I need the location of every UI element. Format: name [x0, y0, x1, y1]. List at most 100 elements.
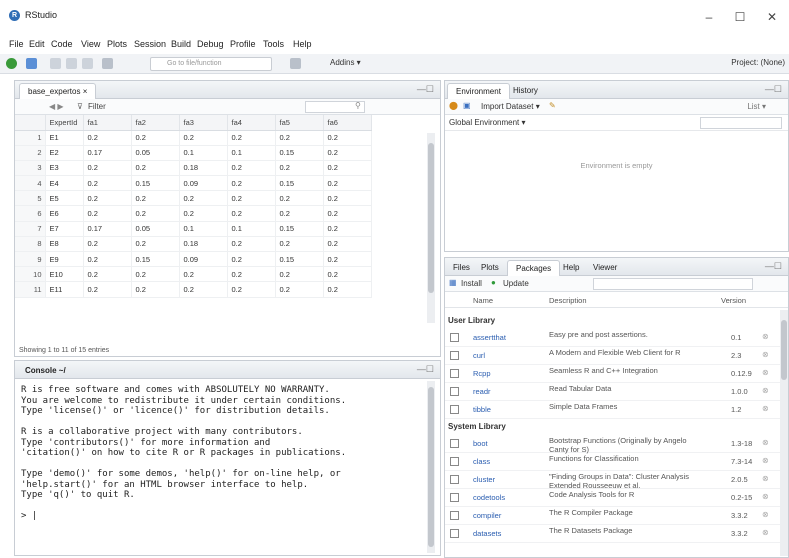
- env-minmax-icon[interactable]: —☐: [765, 84, 782, 95]
- package-checkbox[interactable]: [450, 475, 459, 484]
- package-checkbox[interactable]: [450, 369, 459, 378]
- tab-base-expertos[interactable]: base_expertos ×: [19, 83, 97, 99]
- addins-menu[interactable]: Addins ▾: [330, 58, 361, 67]
- column-header[interactable]: fa2: [131, 115, 180, 131]
- menu-edit[interactable]: Edit: [29, 39, 45, 49]
- package-checkbox[interactable]: [450, 333, 459, 342]
- remove-package-icon[interactable]: ⊗: [762, 404, 769, 413]
- menu-profile[interactable]: Profile: [230, 39, 256, 49]
- env-search-input[interactable]: [700, 117, 782, 129]
- package-name-link[interactable]: codetools: [473, 493, 505, 502]
- broom-icon[interactable]: ✎: [549, 101, 556, 110]
- package-name-link[interactable]: curl: [473, 351, 485, 360]
- tab-environment[interactable]: Environment: [447, 83, 510, 99]
- console-minmax-icon[interactable]: —☐: [417, 364, 434, 375]
- pkg-minmax-icon[interactable]: —☐: [765, 261, 782, 272]
- save-workspace-icon[interactable]: ▣: [463, 101, 471, 110]
- package-name-link[interactable]: class: [473, 457, 490, 466]
- column-header[interactable]: fa5: [275, 115, 324, 131]
- data-table: ExpertId fa1 fa2 fa3 fa4 fa5 fa6 1 E1 0.2 0.2 0.2 0…: [15, 115, 430, 298]
- tab-viewer[interactable]: Viewer: [585, 260, 625, 276]
- new-file-icon[interactable]: [6, 58, 17, 69]
- remove-package-icon[interactable]: ⊗: [762, 350, 769, 359]
- package-checkbox[interactable]: [450, 439, 459, 448]
- package-checkbox[interactable]: [450, 351, 459, 360]
- remove-package-icon[interactable]: ⊗: [762, 456, 769, 465]
- remove-package-icon[interactable]: ⊗: [762, 368, 769, 377]
- package-name-link[interactable]: cluster: [473, 475, 495, 484]
- remove-package-icon[interactable]: ⊗: [762, 438, 769, 447]
- package-name-link[interactable]: boot: [473, 439, 488, 448]
- maximize-button[interactable]: ☐: [728, 8, 752, 26]
- menu-help[interactable]: Help: [293, 39, 312, 49]
- console-scrollbar[interactable]: [427, 381, 435, 553]
- package-checkbox[interactable]: [450, 405, 459, 414]
- tab-history[interactable]: History: [505, 83, 546, 99]
- filter-icon[interactable]: ⊽: [77, 102, 83, 111]
- goto-file-input[interactable]: Go to file/function: [150, 57, 272, 71]
- data-scrollbar[interactable]: [427, 133, 435, 323]
- package-checkbox[interactable]: [450, 457, 459, 466]
- global-environment-menu[interactable]: Global Environment ▾: [449, 118, 526, 127]
- console-output[interactable]: R is free software and comes with ABSOLU…: [21, 385, 346, 522]
- package-row: assertthat Easy pre and post assertions. 0…: [445, 330, 788, 347]
- print-icon[interactable]: [102, 58, 113, 69]
- remove-package-icon[interactable]: ⊗: [762, 492, 769, 501]
- column-header[interactable]: fa6: [323, 115, 372, 131]
- package-checkbox[interactable]: [450, 511, 459, 520]
- tab-plots[interactable]: Plots: [473, 260, 507, 276]
- remove-package-icon[interactable]: ⊗: [762, 332, 769, 341]
- menu-build[interactable]: Build: [171, 39, 191, 49]
- package-version: 1.2: [731, 405, 742, 414]
- close-button[interactable]: ✕: [760, 8, 784, 26]
- package-name-link[interactable]: tibble: [473, 405, 491, 414]
- package-name-link[interactable]: datasets: [473, 529, 501, 538]
- save-icon[interactable]: [66, 58, 77, 69]
- pkg-scrollbar[interactable]: [780, 310, 788, 556]
- update-icon[interactable]: ●: [491, 278, 496, 287]
- column-header[interactable]: fa4: [227, 115, 276, 131]
- install-icon[interactable]: ▦: [449, 278, 457, 287]
- table-cell: 0.1: [179, 145, 228, 161]
- pane-minmax-icon[interactable]: —☐: [417, 84, 434, 95]
- column-header[interactable]: [15, 115, 46, 131]
- package-checkbox[interactable]: [450, 529, 459, 538]
- column-header[interactable]: fa1: [83, 115, 132, 131]
- save-all-icon[interactable]: [82, 58, 93, 69]
- filter-label[interactable]: Filter: [88, 102, 106, 111]
- column-header[interactable]: fa3: [179, 115, 228, 131]
- new-project-icon[interactable]: [26, 58, 37, 69]
- package-name-link[interactable]: compiler: [473, 511, 501, 520]
- remove-package-icon[interactable]: ⊗: [762, 510, 769, 519]
- menu-session[interactable]: Session: [134, 39, 166, 49]
- list-view-menu[interactable]: List ▾: [747, 102, 766, 111]
- load-workspace-icon[interactable]: ⬤: [449, 101, 458, 110]
- package-name-link[interactable]: Rcpp: [473, 369, 491, 378]
- menu-view[interactable]: View: [81, 39, 100, 49]
- update-button[interactable]: Update: [503, 279, 529, 288]
- import-dataset-button[interactable]: Import Dataset ▾: [481, 102, 540, 111]
- back-arrow-icon[interactable]: ◀ ▶: [49, 102, 64, 111]
- package-name-link[interactable]: assertthat: [473, 333, 506, 342]
- column-header[interactable]: ExpertId: [45, 115, 84, 131]
- menu-debug[interactable]: Debug: [197, 39, 224, 49]
- menu-plots[interactable]: Plots: [107, 39, 127, 49]
- remove-package-icon[interactable]: ⊗: [762, 474, 769, 483]
- workspace-panes-icon[interactable]: [290, 58, 301, 69]
- minimize-button[interactable]: –: [697, 8, 721, 26]
- open-file-icon[interactable]: [50, 58, 61, 69]
- menu-code[interactable]: Code: [51, 39, 73, 49]
- tab-packages[interactable]: Packages: [507, 260, 561, 276]
- pkg-search-input[interactable]: [593, 278, 753, 290]
- package-name-link[interactable]: readr: [473, 387, 491, 396]
- package-checkbox[interactable]: [450, 387, 459, 396]
- remove-package-icon[interactable]: ⊗: [762, 528, 769, 537]
- menu-tools[interactable]: Tools: [263, 39, 284, 49]
- package-checkbox[interactable]: [450, 493, 459, 502]
- install-button[interactable]: Install: [461, 279, 482, 288]
- tab-help[interactable]: Help: [555, 260, 587, 276]
- remove-package-icon[interactable]: ⊗: [762, 386, 769, 395]
- project-menu[interactable]: Project: (None): [731, 58, 785, 67]
- tab-console[interactable]: Console ~/: [17, 363, 74, 379]
- menu-file[interactable]: File: [9, 39, 24, 49]
